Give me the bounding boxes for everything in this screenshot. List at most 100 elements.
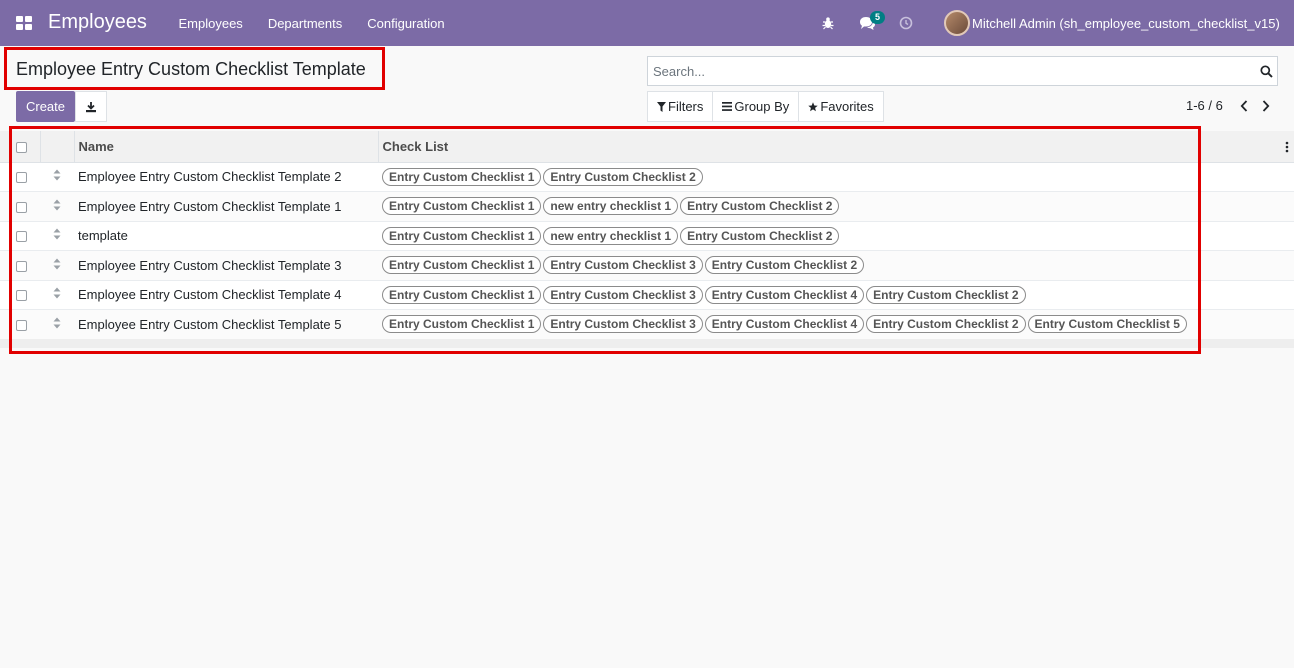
list-icon — [722, 102, 733, 111]
message-count-badge: 5 — [870, 11, 886, 24]
checklist-tag: Entry Custom Checklist 1 — [382, 167, 542, 186]
menu-item-employees[interactable]: Employees — [166, 16, 255, 31]
checklist-tag: Entry Custom Checklist 4 — [704, 315, 865, 334]
list-view: Name Check List Employee Entry Custom Ch… — [0, 131, 1294, 340]
favorites-button[interactable]: Favorites — [799, 92, 882, 121]
sort-handle-cell — [40, 221, 74, 251]
sort-handle-cell — [40, 251, 74, 281]
sort-handle-icon[interactable] — [53, 258, 61, 273]
filter-icon — [657, 101, 666, 112]
table-row[interactable]: Employee Entry Custom Checklist Template… — [0, 309, 1294, 340]
checklist-tag: Entry Custom Checklist 5 — [1027, 315, 1187, 334]
checklist-tag: Entry Custom Checklist 2 — [543, 167, 703, 186]
group-by-button[interactable]: Group By — [713, 92, 800, 121]
name-cell[interactable]: Employee Entry Custom Checklist Template… — [74, 251, 378, 281]
checklist-cell[interactable]: Entry Custom Checklist 1 new entry checkl… — [378, 221, 1294, 251]
search-options: Filters Group By Favorites — [647, 91, 884, 122]
user-menu[interactable]: Mitchell Admin (sh_employee_custom_check… — [944, 10, 1280, 36]
checklist-tag: Entry Custom Checklist 2 — [866, 285, 1026, 304]
checklist-tag: Entry Custom Checklist 2 — [680, 197, 840, 216]
menu-item-configuration[interactable]: Configuration — [355, 16, 457, 31]
name-cell[interactable]: Employee Entry Custom Checklist Template… — [74, 280, 378, 310]
clock-icon[interactable] — [897, 14, 915, 32]
handle-header — [40, 131, 75, 163]
checklist-tag: Entry Custom Checklist 2 — [866, 315, 1026, 334]
app-brand[interactable]: Employees — [48, 11, 147, 34]
table-row[interactable]: Employee Entry Custom Checklist Template… — [0, 250, 1294, 281]
row-checkbox[interactable] — [16, 260, 27, 272]
select-all-checkbox[interactable] — [16, 141, 27, 153]
filters-button[interactable]: Filters — [648, 92, 714, 121]
search-icon[interactable] — [1255, 64, 1277, 78]
checklist-column-header[interactable]: Check List — [378, 131, 1294, 163]
row-select-cell — [0, 192, 40, 222]
user-name: Mitchell Admin (sh_employee_custom_check… — [972, 15, 1280, 31]
sort-handle-icon[interactable] — [53, 228, 61, 243]
checklist-tag: Entry Custom Checklist 4 — [704, 285, 865, 304]
main-menu: Employees Departments Configuration — [166, 0, 457, 46]
chevron-left-icon[interactable] — [1237, 99, 1251, 113]
breadcrumb: Employee Entry Custom Checklist Template — [16, 59, 366, 79]
name-cell[interactable]: Employee Entry Custom Checklist Template… — [74, 162, 378, 192]
checklist-tag: Entry Custom Checklist 1 — [382, 226, 542, 245]
sort-handle-icon[interactable] — [53, 199, 61, 214]
download-button[interactable] — [75, 91, 107, 122]
checklist-tag: Entry Custom Checklist 1 — [382, 197, 542, 216]
row-select-cell — [0, 251, 40, 281]
checklist-tag: Entry Custom Checklist 1 — [382, 285, 542, 304]
row-select-cell — [0, 162, 40, 192]
row-select-cell — [0, 280, 40, 310]
table-row[interactable]: template Entry Custom Checklist 1 new entr… — [0, 221, 1294, 251]
sort-handle-cell — [40, 310, 74, 340]
checklist-tag: new entry checklist 1 — [543, 226, 679, 245]
name-column-header[interactable]: Name — [74, 131, 379, 163]
row-select-cell — [0, 221, 40, 251]
checklist-cell[interactable]: Entry Custom Checklist 1 new entry checkl… — [378, 192, 1294, 222]
row-checkbox[interactable] — [16, 201, 27, 213]
checklist-tag: new entry checklist 1 — [543, 197, 679, 216]
chevron-right-icon[interactable] — [1259, 99, 1273, 113]
bug-icon[interactable] — [819, 14, 837, 32]
select-all-cell — [0, 131, 41, 163]
name-cell[interactable]: Employee Entry Custom Checklist Template… — [74, 310, 378, 340]
name-cell[interactable]: template — [74, 221, 378, 251]
row-select-cell — [0, 310, 40, 340]
row-checkbox[interactable] — [16, 231, 27, 243]
checklist-tag: Entry Custom Checklist 3 — [543, 256, 703, 275]
table-row[interactable]: Employee Entry Custom Checklist Template… — [0, 280, 1294, 310]
search-bar — [647, 56, 1278, 86]
search-input[interactable] — [648, 57, 1255, 85]
table-header-row: Name Check List — [0, 131, 1294, 163]
table-row[interactable]: Employee Entry Custom Checklist Template… — [0, 191, 1294, 222]
checklist-tag: Entry Custom Checklist 3 — [543, 285, 703, 304]
avatar — [944, 10, 970, 36]
sort-handle-cell — [40, 192, 74, 222]
checklist-tag: Entry Custom Checklist 2 — [704, 256, 865, 275]
checklist-tag: Entry Custom Checklist 1 — [382, 315, 542, 334]
pager-value[interactable]: 1-6 / 6 — [1186, 98, 1223, 113]
sort-handle-icon[interactable] — [53, 169, 61, 184]
sort-handle-icon[interactable] — [53, 287, 61, 302]
more-options-icon[interactable] — [1283, 140, 1291, 154]
name-cell[interactable]: Employee Entry Custom Checklist Template… — [74, 192, 378, 222]
favorites-label: Favorites — [820, 99, 874, 114]
sort-handle-cell — [40, 280, 74, 310]
list-footer — [0, 339, 1294, 348]
checklist-cell[interactable]: Entry Custom Checklist 1 Entry Custom Che… — [378, 310, 1294, 340]
row-checkbox[interactable] — [16, 172, 27, 184]
group-by-label: Group By — [734, 99, 790, 114]
checklist-tag: Entry Custom Checklist 3 — [543, 315, 703, 334]
menu-item-departments[interactable]: Departments — [255, 16, 354, 31]
create-button[interactable]: Create — [16, 91, 75, 122]
sort-handle-icon[interactable] — [53, 317, 61, 332]
checklist-cell[interactable]: Entry Custom Checklist 1 Entry Custom Che… — [378, 162, 1294, 192]
records-table: Name Check List Employee Entry Custom Ch… — [0, 131, 1294, 340]
top-navbar: Employees Employees Departments Configur… — [0, 0, 1294, 46]
row-checkbox[interactable] — [16, 290, 27, 302]
filters-label: Filters — [668, 99, 704, 114]
checklist-cell[interactable]: Entry Custom Checklist 1 Entry Custom Che… — [378, 251, 1294, 281]
table-row[interactable]: Employee Entry Custom Checklist Template… — [0, 162, 1294, 192]
checklist-cell[interactable]: Entry Custom Checklist 1 Entry Custom Che… — [378, 280, 1294, 310]
row-checkbox[interactable] — [16, 319, 27, 331]
apps-icon[interactable] — [16, 16, 32, 30]
